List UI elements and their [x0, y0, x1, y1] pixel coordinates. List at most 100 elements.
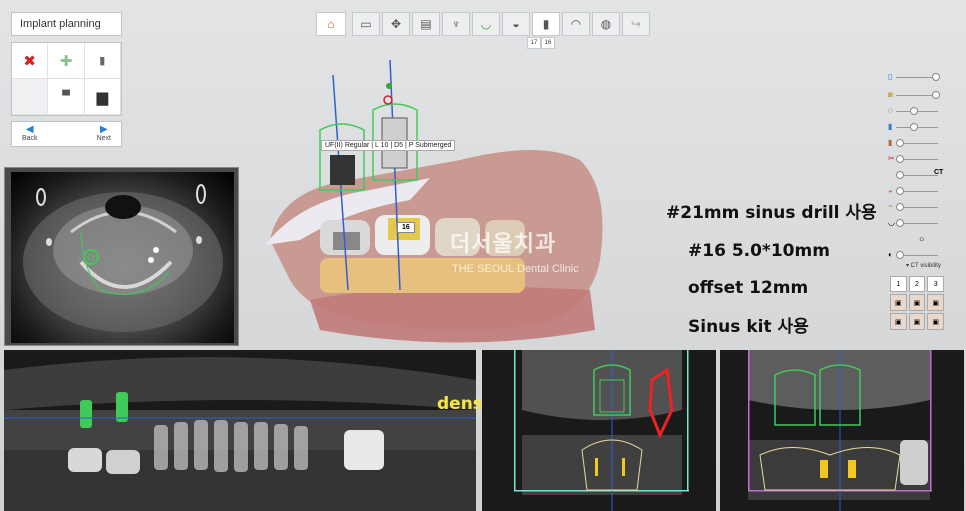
- slider-knob[interactable]: [896, 155, 904, 163]
- brightness-icon: ☼: [918, 234, 926, 243]
- panoramic-view[interactable]: [4, 350, 476, 511]
- visibility-row-ct[interactable]: CT: [888, 169, 944, 180]
- slider-knob[interactable]: [896, 251, 904, 259]
- visibility-row-10[interactable]: ◡: [888, 218, 944, 228]
- visibility-row-brightness[interactable]: ☼: [888, 234, 944, 244]
- cross-section-view-1[interactable]: [482, 350, 716, 511]
- sleeve-visibility-icon: ▮: [888, 122, 893, 131]
- clinic-watermark-sub: THE SEOUL Dental Clinic: [452, 263, 579, 275]
- crown-step-button[interactable]: ◒: [502, 12, 530, 36]
- implant-step-icon: ▮: [542, 17, 550, 31]
- tooth-tab-17[interactable]: 17: [527, 37, 541, 49]
- cube-view-icon[interactable]: ▣: [890, 313, 907, 330]
- slider-knob[interactable]: [896, 219, 904, 227]
- ct-axial-view[interactable]: [4, 167, 239, 346]
- slider-knob[interactable]: [896, 139, 904, 147]
- next-label: Next: [96, 135, 111, 142]
- arch-step-button[interactable]: ◡: [472, 12, 500, 36]
- add-plus-icon[interactable]: ✚: [48, 43, 85, 79]
- guide-step-button[interactable]: ◠: [562, 12, 590, 36]
- implant-visibility-icon: ▯: [888, 72, 893, 81]
- home-button[interactable]: ⌂: [316, 12, 346, 36]
- tooth-setup-button[interactable]: ♆: [442, 12, 470, 36]
- tooth-tab-16[interactable]: 16: [541, 37, 555, 49]
- cube-view-icon[interactable]: ▣: [890, 294, 907, 311]
- model-visibility-icon: ✂: [888, 154, 895, 163]
- nav-row: ◀ Back ▶ Next: [11, 121, 122, 147]
- arrow-left-icon: ◀: [25, 124, 34, 135]
- annotation-drill: #21mm sinus drill 사용: [666, 203, 877, 223]
- align-icon: ✥: [390, 17, 402, 31]
- tooth-icon: ♆: [451, 17, 461, 31]
- slider-knob[interactable]: [932, 73, 940, 81]
- visibility-row-2[interactable]: ◙: [888, 90, 944, 100]
- cube-view-icon[interactable]: ▣: [908, 313, 926, 330]
- sectional-step-button[interactable]: ▤: [412, 12, 440, 36]
- ct-label: CT: [934, 169, 944, 176]
- workflow-toolbar: ⌂ ▭ ✥ ▤ ♆ ◡ ◒ ▮ ◠ ◍ ↪: [316, 12, 650, 36]
- align-step-button[interactable]: ✥: [382, 12, 410, 36]
- visibility-row-4[interactable]: ▮: [888, 122, 944, 132]
- annotation-offset: offset 12mm: [688, 278, 809, 298]
- arch-icon: ◡: [480, 17, 492, 31]
- crown-icon: ◒: [512, 17, 520, 31]
- slider-knob[interactable]: [896, 203, 904, 211]
- slider-knob[interactable]: [896, 171, 904, 179]
- cube-view-icon[interactable]: ▣: [908, 294, 926, 311]
- back-button[interactable]: ◀ Back: [22, 124, 38, 144]
- scan-step-button[interactable]: ▭: [352, 12, 380, 36]
- annotation-kit: Sinus kit 사용: [688, 317, 809, 337]
- globe-icon: ◍: [600, 17, 612, 31]
- panoramic-drawing: [4, 350, 476, 511]
- tooth-number-marker: 16: [397, 222, 415, 233]
- visibility-row-6[interactable]: ✂: [888, 154, 944, 164]
- abutment-17: [333, 232, 360, 250]
- tooth-tabs: 17 16: [527, 37, 555, 49]
- finish-step-button[interactable]: ↪: [622, 12, 650, 36]
- sleeve-icon[interactable]: ▆: [84, 79, 121, 115]
- implant-spec-label: UF(II) Regular | L 10 | D5 | P Submerged: [321, 140, 456, 151]
- cross-section-view-2[interactable]: [720, 350, 964, 511]
- slider-knob[interactable]: [932, 91, 940, 99]
- forward-arrow-icon: ↪: [630, 17, 642, 31]
- ct-visibility-dropdown[interactable]: ▾ CT visibility: [906, 262, 941, 269]
- slider-knob[interactable]: [910, 123, 918, 131]
- cube-view-icon[interactable]: ▣: [927, 294, 944, 311]
- annotation-size: #16 5.0*10mm: [688, 241, 830, 261]
- slider-knob[interactable]: [910, 107, 918, 115]
- nerve-visibility-icon: ◡: [888, 218, 895, 227]
- delete-x-icon[interactable]: ✖: [12, 43, 49, 79]
- tool-grid: ✖ ✚ ▮ ▝▘ ▆: [11, 42, 122, 116]
- visibility-row-1[interactable]: ▯: [888, 72, 944, 82]
- visibility-row-5[interactable]: ▮: [888, 138, 944, 148]
- export-step-button[interactable]: ◍: [592, 12, 620, 36]
- implant-icon[interactable]: ▮: [84, 43, 121, 79]
- rotation-handle[interactable]: [383, 95, 393, 105]
- axial-slice-drawing: [23, 184, 223, 332]
- tip-handle[interactable]: [386, 83, 392, 89]
- visibility-row-3[interactable]: ◌: [888, 106, 944, 116]
- 3d-dental-model[interactable]: [260, 60, 660, 360]
- home-icon: ⌂: [327, 17, 335, 31]
- guide-icon: ◠: [570, 17, 582, 31]
- gingiva-lower: [310, 286, 595, 343]
- ct-view-3[interactable]: 3: [927, 276, 944, 292]
- panel-icon: ▤: [420, 17, 432, 31]
- implant-step-button[interactable]: ▮: [532, 12, 560, 36]
- slider-knob[interactable]: [896, 187, 904, 195]
- visibility-row-9[interactable]: ◓: [888, 202, 944, 212]
- cube-view-icon[interactable]: ▣: [927, 313, 944, 330]
- axial-slice-image: [11, 172, 234, 343]
- next-button[interactable]: ▶ Next: [97, 124, 111, 144]
- scan-icon: ▭: [360, 17, 372, 31]
- ct-view-1[interactable]: 1: [890, 276, 907, 292]
- ct-view-2[interactable]: 2: [908, 276, 926, 292]
- cross-section-1-drawing: [482, 350, 716, 511]
- tooth-visibility-icon: ◌: [888, 106, 893, 115]
- arrow-right-icon: ▶: [99, 124, 108, 135]
- visibility-row-contrast[interactable]: ◐: [888, 250, 944, 260]
- visibility-row-8[interactable]: ◒: [888, 186, 944, 196]
- abutment-icon[interactable]: ▝▘: [48, 79, 85, 115]
- contrast-icon: ◐: [888, 250, 893, 259]
- cross-section-2-drawing: [720, 350, 964, 511]
